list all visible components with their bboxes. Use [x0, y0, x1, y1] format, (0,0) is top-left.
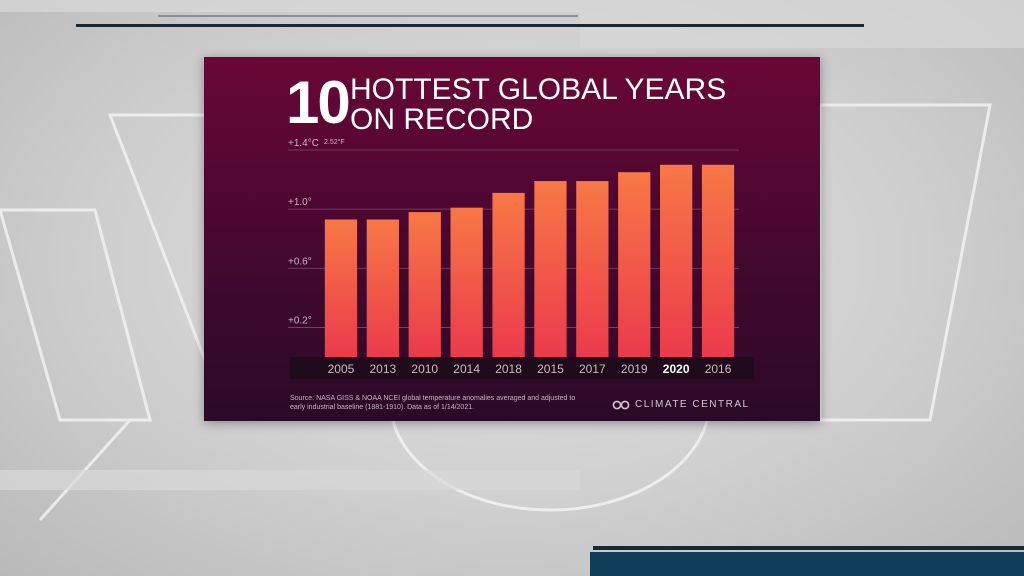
bar-2005 — [324, 219, 358, 357]
x-tick-label-2010: 2010 — [411, 362, 438, 376]
bar-chart: +0.2° +0.6° +1.0° +1.4°C 2.52°F 2005 2013 2010… — [288, 138, 754, 379]
chart-card: 10 HOTTEST GLOBAL YEARS ON RECORD +0.2° +… — [204, 57, 820, 421]
bar-2010 — [408, 212, 441, 357]
bars — [324, 164, 735, 357]
bar-2017 — [576, 181, 609, 357]
y-tick-label: +1.0° — [288, 197, 312, 208]
bar-2019 — [618, 172, 651, 357]
x-tick-label-2018: 2018 — [495, 362, 522, 376]
y-tick-secondary-label: 2.52°F — [324, 138, 345, 146]
climate-central-logo: CLIMATE CENTRAL — [612, 399, 750, 410]
infinity-logo-icon — [612, 400, 630, 409]
bar-2015 — [534, 181, 567, 357]
source-note: Source: NASA GISS & NOAA NCEI global tem… — [290, 395, 576, 411]
bar-2013 — [366, 219, 399, 357]
y-tick-label: +0.6° — [288, 256, 312, 267]
x-tick-label-2015: 2015 — [537, 362, 564, 376]
bar-2014 — [450, 207, 483, 357]
bar-2020 — [660, 164, 693, 357]
x-tick-label-2014: 2014 — [453, 362, 480, 376]
brand-name: CLIMATE CENTRAL — [635, 399, 750, 410]
y-tick-label: +1.4°C — [288, 138, 319, 149]
bar-2016 — [701, 164, 735, 357]
x-tick-label-2016: 2016 — [705, 362, 732, 376]
x-tick-label-2013: 2013 — [369, 362, 396, 376]
bar-2018 — [492, 192, 525, 357]
y-tick-label: +0.2° — [288, 315, 312, 326]
x-tick-label-2020: 2020 — [663, 362, 690, 376]
x-tick-label-2019: 2019 — [621, 362, 648, 376]
x-tick-label-2017: 2017 — [579, 362, 606, 376]
x-tick-label-2005: 2005 — [328, 362, 355, 376]
